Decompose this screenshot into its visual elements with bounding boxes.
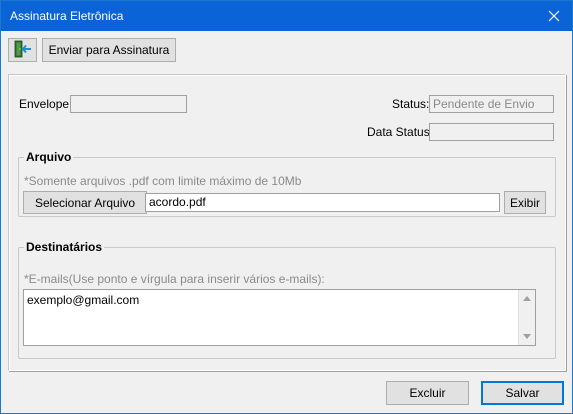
title-bar[interactable]: Assinatura Eletrônica [1,1,572,31]
file-name-field[interactable]: acordo.pdf [145,193,500,212]
envelope-field [70,95,187,113]
arquivo-group: Arquivo *Somente arquivos .pdf com limit… [18,150,556,217]
status-field: Pendente de Envio [429,95,554,113]
main-panel: Envelope: Status: Pendente de Envio Data… [8,74,566,371]
status-label: Status: [392,97,430,111]
exit-button[interactable] [8,38,37,62]
destinatarios-group-title: Destinatários [24,240,105,254]
data-status-field [429,123,554,141]
emails-scrollbar[interactable] [518,290,535,345]
scroll-down-icon[interactable] [519,328,535,345]
envelope-label: Envelope: [19,97,73,111]
close-icon[interactable] [536,1,572,31]
delete-button[interactable]: Excluir [386,381,469,405]
view-file-button[interactable]: Exibir [504,191,546,214]
send-for-signature-button[interactable]: Enviar para Assinatura [42,38,176,62]
dialog-window: Assinatura Eletrônica Enviar para Assina… [0,0,573,414]
emails-textarea[interactable]: exemplo@gmail.com [23,289,536,346]
destinatarios-group: Destinatários *E-mails(Use ponto e vírgu… [18,240,556,359]
arquivo-hint: *Somente arquivos .pdf com limite máximo… [24,174,302,188]
emails-value: exemplo@gmail.com [27,293,140,307]
destinatarios-hint: *E-mails(Use ponto e vírgula para inseri… [24,272,325,286]
exit-door-icon [13,40,33,61]
window-title: Assinatura Eletrônica [10,9,124,23]
arquivo-group-title: Arquivo [24,150,74,164]
data-status-label: Data Status: [367,125,434,139]
select-file-button[interactable]: Selecionar Arquivo [23,191,147,214]
save-button[interactable]: Salvar [481,381,564,405]
scroll-up-icon[interactable] [519,290,535,307]
